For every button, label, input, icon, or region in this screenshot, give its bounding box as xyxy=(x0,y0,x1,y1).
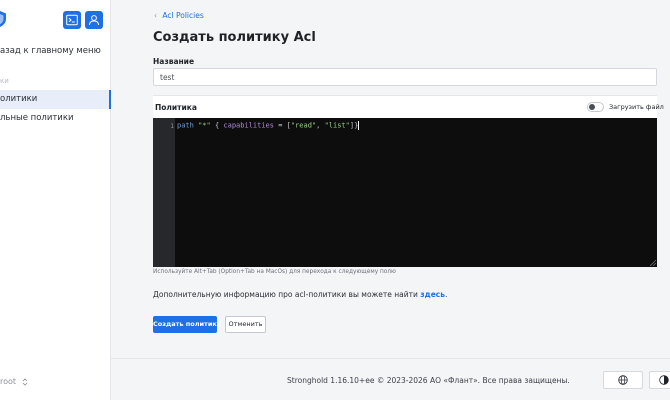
breadcrumb[interactable]: ‹ Acl Policies xyxy=(154,11,204,20)
sidebar-item-acl-policies[interactable]: олитики xyxy=(0,90,111,109)
code-token-comma: , xyxy=(316,121,321,130)
user-icon xyxy=(89,15,99,26)
theme-contrast-icon xyxy=(659,375,669,385)
namespace-label: root xyxy=(0,377,17,386)
text-cursor xyxy=(358,121,360,130)
line-number: 1 xyxy=(170,122,174,130)
upload-file-toggle[interactable] xyxy=(587,102,604,112)
footer-copyright: Stronghold 1.16.10+ee © 2023-2026 АО «Фл… xyxy=(287,376,570,385)
code-token-brace: { xyxy=(214,121,220,130)
footer: Stronghold 1.16.10+ee © 2023-2026 АО «Фл… xyxy=(111,358,670,400)
back-to-main-menu-link[interactable]: азад к главному меню xyxy=(0,46,101,56)
code-token-string: "list" xyxy=(324,121,350,130)
sidebar: азад к главному меню ки олитики льные по… xyxy=(0,0,111,400)
info-text-body: Дополнительную информацию про acl-полити… xyxy=(153,290,421,299)
main-content: ‹ Acl Policies Создать политику Acl Назв… xyxy=(111,0,670,400)
sidebar-item-special-policies[interactable]: льные политики xyxy=(0,109,111,128)
user-menu-button[interactable] xyxy=(85,11,103,29)
code-token-string: "*" xyxy=(198,121,211,130)
name-label: Название xyxy=(153,57,195,66)
code-token-identifier: capabilities xyxy=(223,121,274,130)
shield-icon xyxy=(0,11,6,27)
info-text: Дополнительную информацию про acl-полити… xyxy=(153,290,447,299)
info-text-suffix: . xyxy=(444,290,448,299)
language-button[interactable] xyxy=(603,371,643,389)
policy-label: Политика xyxy=(155,103,197,112)
policy-panel-header: Политика Загрузить файл xyxy=(153,95,664,118)
code-token-operator: = xyxy=(278,121,283,130)
chevron-left-icon: ‹ xyxy=(154,11,157,20)
page-title: Создать политику Acl xyxy=(153,30,316,45)
docs-link[interactable]: здесь xyxy=(420,290,445,299)
sidebar-item-label: олитики xyxy=(0,94,38,104)
toggle-knob xyxy=(589,104,595,110)
policy-code-editor[interactable]: 1 path "*" { capabilities = ["read", "li… xyxy=(153,118,657,267)
theme-button[interactable] xyxy=(649,371,670,389)
editor-hint: Используйте Alt+Tab (Option+Tab на MacOs… xyxy=(153,269,396,275)
create-policy-button[interactable]: Создать политику xyxy=(153,316,221,333)
sidebar-section-label: ки xyxy=(0,77,9,85)
resize-grip-icon[interactable] xyxy=(650,260,656,266)
sidebar-item-label: льные политики xyxy=(0,113,74,123)
code-line[interactable]: path "*" { capabilities = ["read", "list… xyxy=(177,121,360,130)
cancel-button[interactable]: Отменить xyxy=(225,316,266,333)
breadcrumb-link[interactable]: Acl Policies xyxy=(162,11,203,20)
code-token-string: "read" xyxy=(290,121,317,130)
code-token-keyword: path xyxy=(177,121,194,130)
updown-chevron-icon xyxy=(22,377,27,386)
terminal-icon xyxy=(66,14,78,26)
editor-gutter: 1 xyxy=(153,118,175,267)
upload-file-label: Загрузить файл xyxy=(609,103,664,111)
globe-icon xyxy=(618,375,628,385)
namespace-selector[interactable]: root xyxy=(0,377,28,386)
name-input[interactable] xyxy=(153,68,657,86)
terminal-button[interactable] xyxy=(63,11,81,29)
